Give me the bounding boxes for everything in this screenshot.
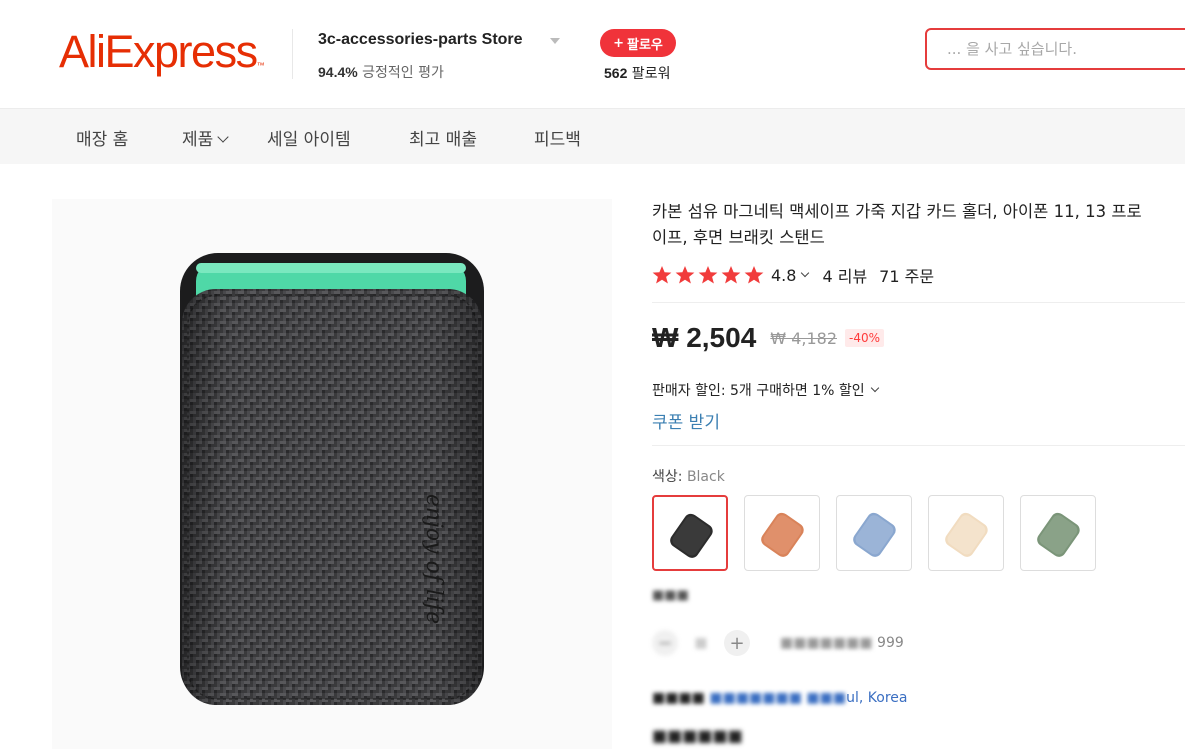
star-icon: [652, 266, 672, 284]
nav-store-home[interactable]: 매장 홈: [76, 125, 128, 150]
color-swatch-cream[interactable]: [928, 495, 1004, 571]
quantity-stepper: − ■ + ■■■■■■■ 999: [652, 630, 904, 656]
caret-down-icon[interactable]: [550, 38, 560, 44]
reviews-count[interactable]: 4 리뷰: [822, 263, 867, 287]
rating-value[interactable]: 4.8: [771, 266, 796, 285]
minus-button[interactable]: −: [652, 630, 678, 656]
followers-count: 562 팔로워: [604, 63, 670, 83]
wallet-engraving: enjoy of life: [421, 494, 446, 624]
chevron-down-icon: [217, 131, 229, 143]
current-price: ₩ 2,504: [652, 322, 757, 353]
quantity-available: ■■■■■■■ 999: [780, 635, 904, 651]
star-icon: [721, 266, 741, 284]
positive-rating-label: 긍정적인 평가: [357, 65, 444, 81]
followers-label: 팔로워: [627, 66, 671, 82]
chevron-down-icon[interactable]: [801, 268, 810, 278]
star-icon: [675, 266, 695, 284]
nav-store-home-label: 매장 홈: [76, 130, 129, 150]
price-row: ₩ 2,504 ₩ 4,182 -40%: [652, 322, 885, 354]
color-swatch-blue[interactable]: [836, 495, 912, 571]
quantity-available-obscured: ■■■■■■■: [780, 635, 873, 651]
plus-icon: +: [613, 35, 624, 51]
color-swatch-black[interactable]: [652, 495, 728, 571]
positive-rating-pct: 94.4%: [318, 64, 358, 80]
product-title: 카본 섬유 마그네틱 맥세이프 가죽 지갑 카드 홀더, 아이폰 11, 13 …: [652, 199, 1185, 251]
wallet-thumb-icon: [670, 513, 713, 558]
ship-to-location[interactable]: ■■■■ ■■■■■■■ ■■■ul, Korea: [652, 690, 907, 706]
discount-badge: -40%: [845, 329, 885, 347]
logo-trademark: ™: [256, 61, 265, 70]
search-input[interactable]: [945, 39, 1185, 59]
original-price: ₩ 4,182: [770, 328, 837, 348]
follow-button[interactable]: + 팔로우: [600, 29, 676, 57]
ship-to-obscured-label: ■■■■: [652, 690, 705, 706]
get-coupon-link[interactable]: 쿠폰 받기: [652, 408, 720, 433]
product-title-line1: 카본 섬유 마그네틱 맥세이프 가죽 지갑 카드 홀더, 아이폰 11, 13 …: [652, 202, 1142, 221]
wallet-thumb-icon: [945, 512, 988, 557]
plus-button[interactable]: +: [724, 630, 750, 656]
star-icon: [698, 266, 718, 284]
nav-products-label: 제품: [182, 130, 214, 150]
nav-top-selling[interactable]: 최고 매출: [409, 125, 477, 150]
followers-number: 562: [604, 65, 628, 81]
nav-products[interactable]: 제품: [182, 125, 229, 150]
wallet-thumb-icon: [761, 512, 804, 557]
divider: [652, 445, 1185, 446]
nav-sale-items[interactable]: 세일 아이템: [267, 125, 351, 150]
nav-feedback-label: 피드백: [534, 130, 581, 150]
quantity-available-number: 999: [877, 635, 904, 651]
logo-text: AliExpress: [59, 26, 258, 77]
shipping-cost-obscured: ■■■■■■: [652, 726, 743, 745]
ship-to-text: ul, Korea: [846, 690, 908, 706]
color-label-text: 색상:: [652, 469, 687, 485]
product-image[interactable]: enjoy of life: [52, 199, 612, 749]
wallet-thumb-icon: [1037, 512, 1080, 557]
wallet-image: enjoy of life: [180, 253, 484, 705]
color-swatch-green[interactable]: [1020, 495, 1096, 571]
store-rating: 94.4% 긍정적인 평가: [318, 62, 444, 82]
color-swatch-orange[interactable]: [744, 495, 820, 571]
seller-discount-text: 판매자 할인: 5개 구매하면 1% 할인: [652, 383, 865, 399]
product-title-line2: 이프, 후면 브래킷 스탠드: [652, 228, 825, 247]
store-header: AliExpress™ 3c-accessories-parts Store 9…: [0, 0, 1185, 108]
store-nav: 매장 홈 제품 세일 아이템 최고 매출 피드백: [0, 108, 1185, 164]
seller-discount[interactable]: 판매자 할인: 5개 구매하면 1% 할인: [652, 380, 879, 400]
wallet-thumb-icon: [853, 512, 896, 557]
color-value: Black: [686, 469, 725, 485]
search-box[interactable]: [925, 28, 1185, 70]
chevron-down-icon: [870, 383, 879, 393]
quantity-value[interactable]: ■: [678, 635, 724, 651]
nav-sale-items-label: 세일 아이템: [267, 130, 351, 150]
nav-feedback[interactable]: 피드백: [534, 125, 581, 150]
nav-top-selling-label: 최고 매출: [409, 130, 477, 150]
star-icon: [744, 266, 764, 284]
aliexpress-logo[interactable]: AliExpress™: [59, 26, 265, 78]
store-name[interactable]: 3c-accessories-parts Store: [318, 31, 523, 49]
color-label: 색상: Black: [652, 466, 725, 486]
quantity-label-obscured: ■■■: [652, 588, 689, 603]
header-divider: [292, 29, 293, 79]
rating-row: 4.8 4 리뷰 71 주문: [652, 263, 934, 287]
ship-to-obscured-address: ■■■■■■■ ■■■: [709, 690, 847, 706]
follow-label: 팔로우: [627, 37, 663, 53]
divider: [652, 302, 1185, 303]
orders-count: 71 주문: [879, 267, 935, 286]
